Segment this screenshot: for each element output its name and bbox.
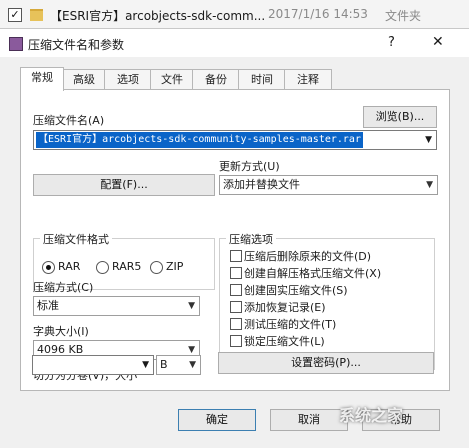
folder-icon [30, 9, 43, 21]
cancel-button[interactable]: 取消 [270, 409, 348, 431]
tab-backup[interactable]: 备份 [192, 69, 240, 90]
update-mode-label: 更新方式(U) [219, 160, 280, 173]
tab-general[interactable]: 常规 [20, 67, 64, 91]
help-question-button[interactable]: ? [388, 35, 395, 50]
split-unit-value: B [160, 358, 168, 371]
watermark-logo: 系统之家 [339, 402, 459, 438]
watermark-text: 系统之家 [339, 406, 404, 425]
split-unit-select[interactable]: B ▼ [156, 355, 201, 375]
tab-options[interactable]: 选项 [104, 69, 152, 90]
archiving-options-group: 压缩选项 压缩后删除原来的文件(D) 创建自解压格式压缩文件(X) 创建固实压缩… [219, 231, 435, 370]
method-label: 压缩方式(C) [33, 281, 94, 294]
radio-zip[interactable] [150, 261, 163, 274]
checkbox-recovery[interactable] [230, 301, 242, 313]
option-recovery: 添加恢复记录(E) [244, 301, 326, 314]
radio-rar[interactable] [42, 261, 55, 274]
winrar-icon [9, 37, 23, 51]
checkbox-delete-after[interactable] [230, 250, 242, 262]
browse-button[interactable]: 浏览(B)... [363, 106, 437, 128]
set-password-button[interactable]: 设置密码(P)... [218, 352, 434, 374]
archive-dialog: 压缩文件名和参数 ? ✕ 常规 高级 选项 文件 备份 时间 注释 压缩文件名(… [0, 28, 469, 448]
file-type: 文件夹 [385, 9, 422, 23]
dictionary-label: 字典大小(I) [33, 325, 89, 338]
archive-name-input[interactable]: 【ESRI官方】arcobjects-sdk-community-samples… [33, 130, 437, 150]
radio-rar-label: RAR [58, 260, 81, 273]
option-sfx: 创建自解压格式压缩文件(X) [244, 267, 382, 280]
archive-format-title: 压缩文件格式 [40, 231, 112, 247]
row-checkbox[interactable]: ✓ [8, 8, 22, 22]
general-panel: 压缩文件名(A) 浏览(B)... 【ESRI官方】arcobjects-sdk… [20, 89, 450, 391]
checkbox-sfx[interactable] [230, 267, 242, 279]
chevron-down-icon[interactable]: ▼ [425, 131, 432, 149]
archive-name-value: 【ESRI官方】arcobjects-sdk-community-samples… [36, 132, 363, 148]
checkbox-test[interactable] [230, 318, 242, 330]
chevron-down-icon[interactable]: ▼ [142, 356, 149, 374]
explorer-file-row[interactable]: ✓ 【ESRI官方】arcobjects-sdk-comm... 2017/1/… [0, 0, 469, 29]
chevron-down-icon: ▼ [426, 180, 433, 190]
close-icon[interactable]: ✕ [432, 34, 444, 50]
archive-name-label: 压缩文件名(A) [33, 114, 105, 127]
radio-rar5[interactable] [96, 261, 109, 274]
update-mode-value: 添加并替换文件 [223, 178, 300, 191]
update-mode-select[interactable]: 添加并替换文件 ▼ [219, 175, 438, 195]
tab-time[interactable]: 时间 [238, 69, 286, 90]
file-date: 2017/1/16 14:53 [268, 7, 368, 21]
radio-zip-label: ZIP [166, 260, 184, 273]
option-lock: 锁定压缩文件(L) [244, 335, 325, 348]
dialog-titlebar[interactable]: 压缩文件名和参数 ? ✕ [0, 29, 469, 57]
tab-advanced[interactable]: 高级 [62, 69, 106, 90]
split-size-input[interactable]: ▼ [32, 355, 154, 375]
dialog-title: 压缩文件名和参数 [28, 38, 125, 52]
tab-files[interactable]: 文件 [150, 69, 194, 90]
tab-comment[interactable]: 注释 [284, 69, 332, 90]
file-name: 【ESRI官方】arcobjects-sdk-comm... [50, 9, 266, 23]
option-test: 测试压缩的文件(T) [244, 318, 337, 331]
chevron-down-icon: ▼ [189, 360, 196, 370]
method-select[interactable]: 标准 ▼ [33, 296, 200, 316]
checkbox-lock[interactable] [230, 335, 242, 347]
profiles-button[interactable]: 配置(F)... [33, 174, 215, 196]
option-solid: 创建固实压缩文件(S) [244, 284, 348, 297]
option-delete-after: 压缩后删除原来的文件(D) [244, 250, 372, 263]
ok-button[interactable]: 确定 [178, 409, 256, 431]
archiving-options-title: 压缩选项 [226, 231, 276, 247]
chevron-down-icon: ▼ [188, 301, 195, 311]
radio-rar5-label: RAR5 [112, 260, 142, 273]
checkbox-solid[interactable] [230, 284, 242, 296]
method-value: 标准 [37, 299, 59, 312]
